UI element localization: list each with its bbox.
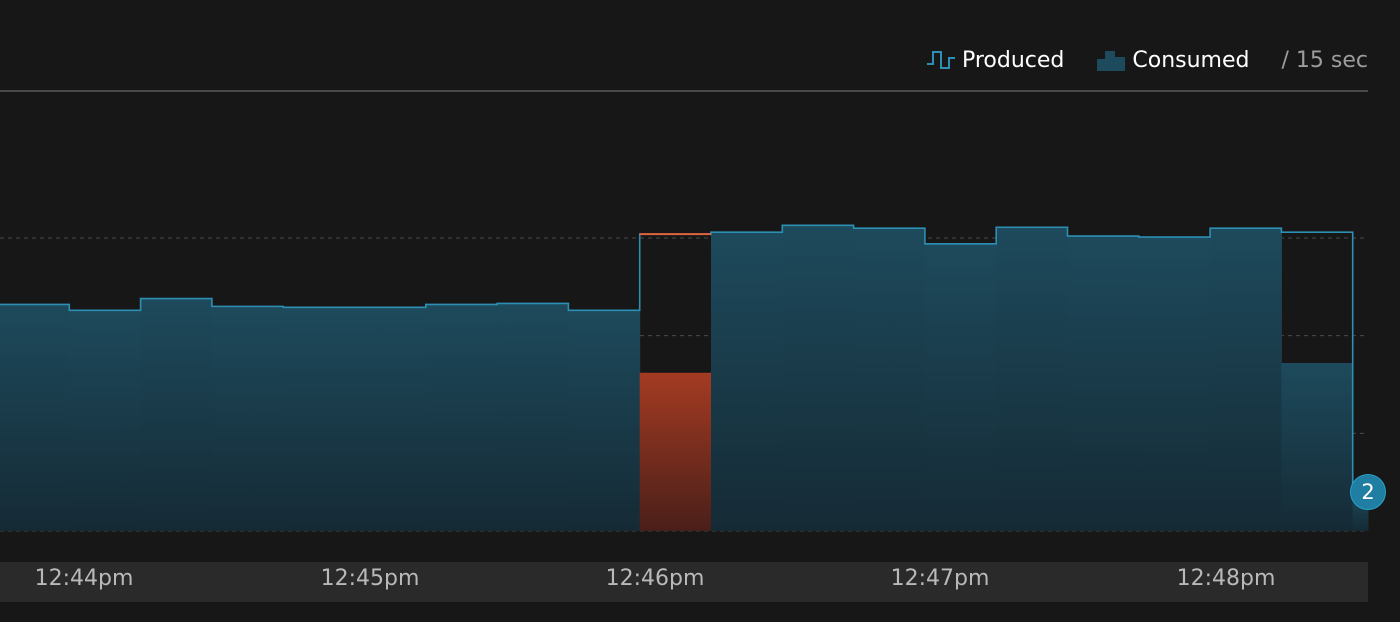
consumed-bar[interactable] [711, 232, 783, 531]
x-tick-label: 12:47pm [890, 566, 990, 591]
consumed-bar[interactable] [69, 310, 142, 531]
consumed-bar[interactable] [497, 303, 569, 531]
x-tick-label: 12:46pm [605, 566, 705, 591]
consumed-bar[interactable] [782, 225, 855, 531]
x-tick-label: 12:44pm [34, 566, 134, 591]
consumed-bar[interactable] [354, 307, 427, 531]
consumed-bar[interactable] [1281, 363, 1354, 531]
consumed-bar[interactable] [568, 310, 641, 531]
chart-plot [0, 90, 1369, 532]
consumed-bar[interactable] [1210, 228, 1282, 531]
consumed-bar-deficit[interactable] [639, 372, 712, 531]
consumed-bar[interactable] [924, 243, 997, 532]
consumed-bar[interactable] [0, 304, 70, 531]
x-tick-label: 12:45pm [320, 566, 420, 591]
x-tick-label: 12:48pm [1176, 566, 1276, 591]
consumed-bar[interactable] [283, 307, 355, 531]
consumed-bar[interactable] [140, 298, 213, 531]
consumed-bar[interactable] [853, 228, 926, 531]
throughput-chart: Produced Consumed / 15 sec 12:44pm 12:45p… [0, 0, 1400, 622]
current-value-badge[interactable]: 2 [1350, 473, 1386, 510]
consumed-bar[interactable] [425, 304, 498, 531]
consumed-bar[interactable] [996, 227, 1068, 532]
consumed-bar[interactable] [1067, 236, 1140, 531]
consumed-bar[interactable] [1138, 237, 1211, 532]
consumed-bar[interactable] [211, 306, 284, 531]
